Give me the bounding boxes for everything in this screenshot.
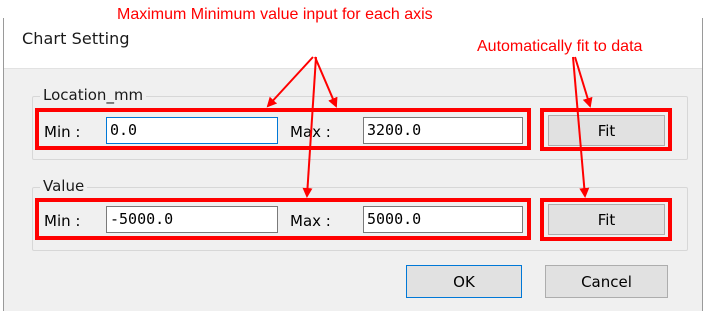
location-min-input[interactable]: 0.0 bbox=[106, 117, 278, 144]
location-max-input[interactable]: 3200.0 bbox=[363, 117, 523, 144]
value-max-input[interactable]: 5000.0 bbox=[363, 206, 523, 233]
fit-annotation: Automatically fit to data bbox=[477, 38, 643, 55]
value-min-input[interactable]: -5000.0 bbox=[106, 206, 278, 233]
value-max-label: Max : bbox=[290, 212, 331, 230]
location-max-label: Max : bbox=[290, 123, 331, 141]
location-fit-button[interactable]: Fit bbox=[548, 115, 665, 146]
minmax-annotation: Maximum Minimum value input for each axi… bbox=[117, 6, 433, 23]
value-group-label: Value bbox=[40, 177, 88, 195]
cancel-button[interactable]: Cancel bbox=[545, 265, 668, 298]
dialog-title: Chart Setting bbox=[22, 29, 130, 48]
location-min-label: Min : bbox=[44, 123, 81, 141]
location-group-label: Location_mm bbox=[40, 86, 147, 104]
ok-button[interactable]: OK bbox=[406, 265, 522, 298]
value-fit-button[interactable]: Fit bbox=[548, 204, 665, 235]
value-min-label: Min : bbox=[44, 212, 81, 230]
